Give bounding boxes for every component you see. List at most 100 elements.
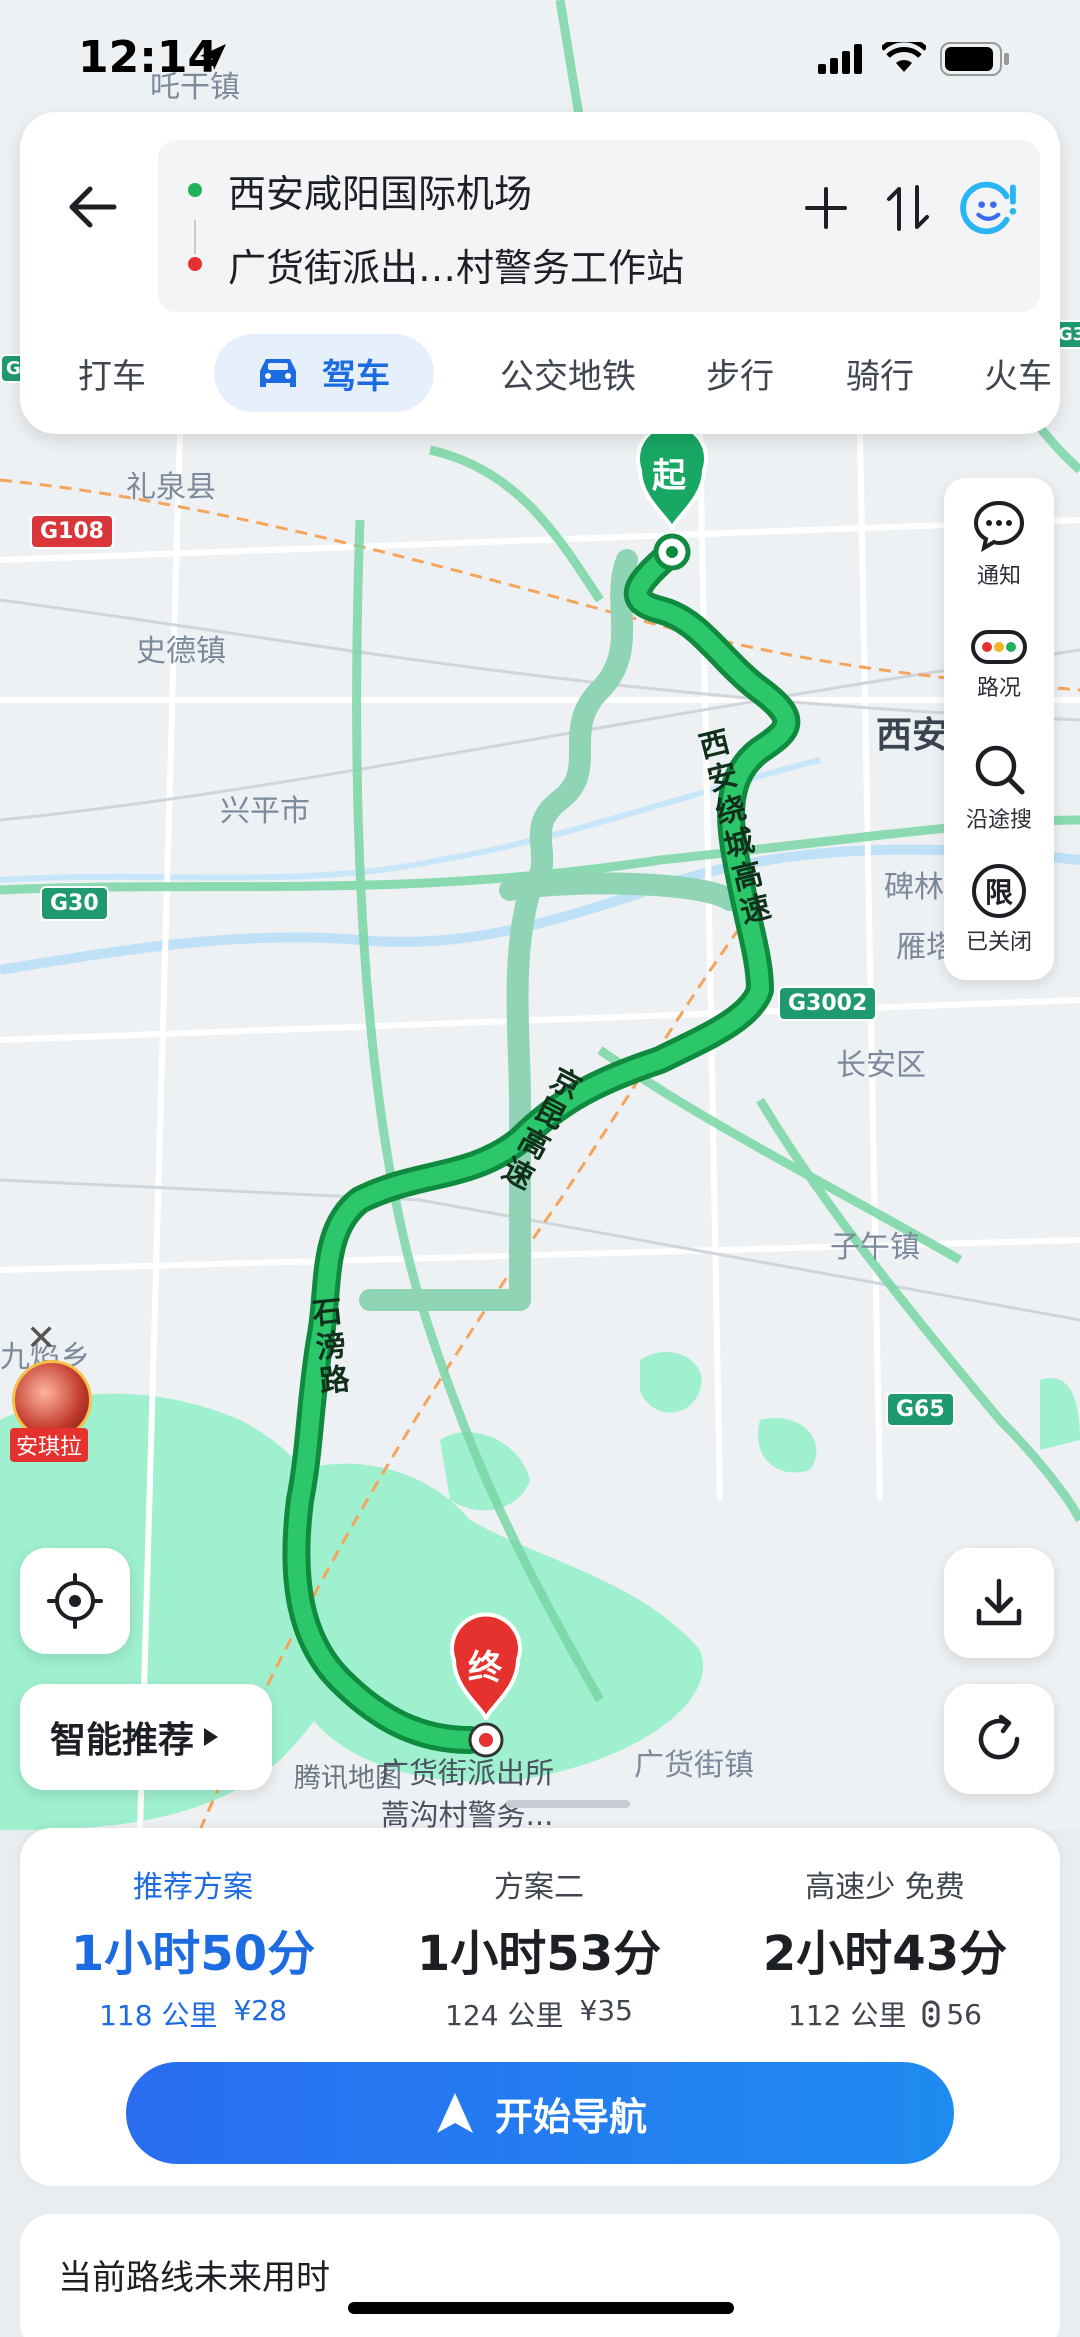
restriction-icon: 限 — [972, 864, 1026, 918]
notice-tool[interactable]: 通知 — [944, 484, 1054, 604]
route-plans-card: 推荐方案 1小时50分 118 公里 ¥28 方案二 1小时53分 124 公里… — [20, 1828, 1060, 2186]
game-avatar[interactable]: ✕ 安琪拉 — [10, 1318, 96, 1462]
place-label-changan: 长安区 — [836, 1048, 926, 1083]
plan-time: 1小时53分 — [416, 1926, 662, 1982]
tab-drive[interactable]: 驾车 — [214, 334, 434, 412]
crosshair-icon — [47, 1573, 103, 1629]
place-label-xian: 西安 — [876, 715, 949, 756]
locate-button[interactable] — [20, 1548, 130, 1654]
plan-title: 方案二 — [494, 1870, 584, 1905]
avatar-name: 安琪拉 — [10, 1428, 89, 1462]
home-indicator[interactable] — [348, 2302, 734, 2314]
along-search-tool-label: 沿途搜 — [965, 808, 1032, 833]
highway-shield-g65: G65 — [886, 1392, 955, 1427]
origin-field[interactable]: 西安咸阳国际机场 — [158, 160, 532, 220]
tab-train[interactable]: 火车 — [984, 334, 1054, 412]
chat-bubble-icon — [973, 500, 1025, 552]
plan-fee: ¥35 — [579, 1994, 633, 2027]
place-label-beilin: 碑林 — [884, 870, 944, 905]
place-label-guanghuo: 广货街镇 — [634, 1748, 754, 1783]
navigation-arrow-icon — [436, 2093, 473, 2133]
plan-fewer-highways[interactable]: 高速少 免费 2小时43分 112 公里 56 — [712, 1862, 1058, 2034]
car-icon — [260, 359, 296, 387]
plan-meta: 112 公里 56 — [712, 1994, 1058, 2034]
assistant-button[interactable] — [960, 178, 1020, 238]
swap-route-button[interactable] — [878, 178, 938, 238]
plan-meta: 118 公里 ¥28 — [20, 1994, 366, 2034]
tab-bike[interactable]: 骑行 — [846, 334, 914, 412]
start-marker-label: 起 — [652, 456, 686, 496]
battery-icon — [940, 42, 1009, 76]
restriction-tool[interactable]: 限 已关闭 — [944, 850, 1054, 970]
cellular-signal-icon — [818, 44, 862, 74]
origin-dot-icon — [188, 183, 202, 197]
tab-drive-label: 驾车 — [322, 356, 390, 397]
plan-fee: ¥28 — [233, 1994, 287, 2027]
end-marker-label: 终 — [468, 1648, 502, 1688]
play-triangle-icon — [204, 1728, 219, 1746]
traffic-tool[interactable]: 路况 — [944, 606, 1054, 726]
plan-lights: 56 — [946, 1997, 982, 2031]
origin-text: 西安咸阳国际机场 — [228, 171, 533, 216]
highway-shield-g108: G108 — [30, 514, 114, 549]
plan-two[interactable]: 方案二 1小时53分 124 公里 ¥35 — [366, 1862, 712, 2034]
plan-title: 推荐方案 — [133, 1870, 253, 1905]
place-label-xingping: 兴平市 — [220, 794, 310, 829]
route-inputs: 西安咸阳国际机场 广货街派出…村警务工作站 — [158, 140, 1040, 312]
location-arrow-icon — [200, 44, 226, 70]
future-time-title: 当前路线未来用时 — [58, 2258, 330, 2298]
start-navigation-label: 开始导航 — [494, 2094, 647, 2139]
plus-icon — [805, 187, 847, 229]
destination-text: 广货街派出…村警务工作站 — [228, 245, 685, 290]
plan-meta: 124 公里 ¥35 — [366, 1994, 712, 2034]
plan-distance: 112 公里 — [788, 1999, 907, 2032]
route-search-card: 西安咸阳国际机场 广货街派出…村警务工作站 打车 驾车 公交地铁 步行 骑行 火… — [20, 112, 1060, 434]
traffic-light-count: 56 — [922, 1994, 982, 2034]
tab-transit[interactable]: 公交地铁 — [500, 334, 636, 412]
destination-map-label-line1: 广货街派出所 — [380, 1756, 555, 1790]
place-label-ziwu: 子午镇 — [830, 1230, 920, 1265]
assistant-face-icon — [960, 181, 1017, 235]
plan-distance: 118 公里 — [99, 1999, 218, 2032]
tab-taxi[interactable]: 打车 — [78, 334, 146, 412]
tab-walk[interactable]: 步行 — [706, 334, 774, 412]
route-actions — [796, 178, 1020, 238]
restriction-tool-label: 已关闭 — [965, 930, 1032, 955]
highway-shield-g30: G30 — [40, 886, 109, 921]
refresh-button[interactable] — [944, 1684, 1054, 1794]
plan-title: 高速少 免费 — [805, 1870, 965, 1905]
traffic-tool-label: 路况 — [976, 676, 1021, 701]
destination-map-label: 广货街派出所 蒿沟村警务... — [380, 1752, 554, 1836]
download-icon — [976, 1578, 1022, 1626]
highway-shield-g3002: G3002 — [778, 986, 878, 1021]
smart-recommend-button[interactable]: 智能推荐 — [20, 1684, 272, 1790]
download-button[interactable] — [944, 1548, 1054, 1658]
traffic-signal-icon — [922, 2000, 940, 2028]
add-waypoint-button[interactable] — [796, 178, 856, 238]
smart-recommend-label: 智能推荐 — [50, 1720, 195, 1761]
along-search-tool[interactable]: 沿途搜 — [944, 728, 1054, 848]
place-label-shide: 史德镇 — [136, 634, 226, 669]
notice-tool-label: 通知 — [976, 564, 1021, 589]
future-time-card[interactable]: 当前路线未来用时 — [20, 2214, 1060, 2337]
wifi-icon — [882, 42, 926, 72]
plan-recommended[interactable]: 推荐方案 1小时50分 118 公里 ¥28 — [20, 1862, 366, 2034]
transport-tabs: 打车 驾车 公交地铁 步行 骑行 火车 — [20, 334, 1060, 414]
back-arrow-icon — [69, 186, 117, 228]
sheet-drag-handle[interactable] — [506, 1800, 630, 1808]
search-icon — [975, 745, 1025, 795]
refresh-icon — [978, 1714, 1020, 1760]
place-label-liquan: 礼泉县 — [126, 470, 216, 505]
plan-time: 2小时43分 — [762, 1926, 1008, 1982]
back-button[interactable] — [42, 152, 142, 262]
traffic-light-icon — [971, 630, 1027, 664]
swap-icon — [887, 185, 929, 231]
plan-distance: 124 公里 — [445, 1999, 564, 2032]
start-navigation-button[interactable]: 开始导航 — [126, 2062, 954, 2164]
status-bar: 12:14 — [0, 0, 1080, 110]
map-tool-rail: 通知 路况 沿途搜 限 已关闭 — [944, 478, 1054, 980]
destination-field[interactable]: 广货街派出…村警务工作站 — [158, 234, 684, 294]
plan-time: 1小时50分 — [70, 1926, 316, 1982]
avatar-close-icon[interactable]: ✕ — [26, 1318, 56, 1359]
destination-dot-icon — [188, 257, 202, 271]
